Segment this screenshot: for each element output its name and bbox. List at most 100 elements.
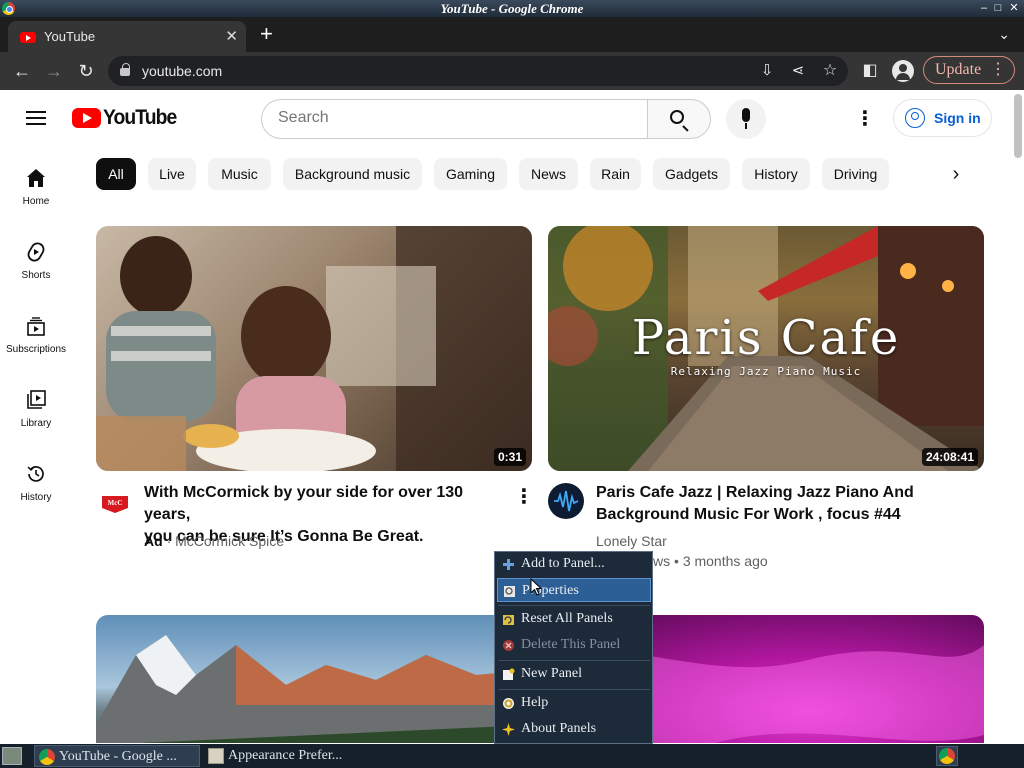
tab-youtube[interactable]: YouTube ✕ [8,21,246,52]
guide-item-library[interactable]: Library [0,390,72,454]
chip-all[interactable]: All [96,158,136,190]
guide-item-history[interactable]: History [0,464,72,528]
menu-separator [498,689,650,690]
thumbnail-title-text: Paris Cafe [631,310,901,366]
chip-fade [900,154,940,194]
guide-history-label: History [20,492,52,503]
meta-dot: • [674,553,683,569]
menu-item-add-to-panel[interactable]: Add to Panel... [497,552,651,576]
sign-in-button[interactable]: Sign in [893,99,992,137]
new-tab-button[interactable]: + [260,22,273,46]
side-panel-icon[interactable]: ◧ [858,59,882,83]
guide-item-subscriptions[interactable]: Subscriptions [0,316,72,380]
url-text[interactable]: youtube.com [142,63,222,79]
menu-item-label: New Panel [521,666,583,681]
tab-search-chevron-icon[interactable]: ⌄ [998,26,1010,43]
youtube-favicon-icon [20,32,36,43]
menu-item-label: Help [521,695,549,710]
window-title: YouTube - Google Chrome [440,1,584,16]
search-icon [670,110,684,124]
appearance-preferences-icon [208,748,224,764]
taskbar-task-appearance[interactable]: Appearance Prefer... [204,745,374,767]
taskbar: YouTube - Google ... Appearance Prefer..… [0,744,1024,768]
lock-icon[interactable] [120,63,130,76]
guide-shorts-label: Shorts [21,270,51,281]
menu-item-help[interactable]: Help [497,691,651,715]
chip-driving[interactable]: Driving [822,158,889,190]
video-thumbnail[interactable]: 0:31 [96,226,532,471]
home-icon [27,169,45,187]
thumbnail-subtitle-text: Relaxing Jazz Piano Music [670,365,862,378]
channel-avatar[interactable] [548,483,584,519]
guide-item-shorts[interactable]: Shorts [0,242,72,306]
svg-text:McC: McC [108,499,123,507]
close-tab-icon[interactable]: ✕ [225,27,238,45]
settings-more-icon[interactable]: ⋮ [855,107,875,131]
library-icon [27,390,46,409]
chip-news[interactable]: News [519,158,578,190]
search-button[interactable] [647,99,711,139]
show-desktop-icon[interactable] [2,747,22,765]
guide-menu-icon[interactable] [26,110,46,126]
address-bar[interactable]: youtube.com ⇩ ⋖ ☆ [108,56,848,86]
forward-arrow-icon[interactable]: → [42,59,66,83]
ad-badge: Ad [144,533,163,549]
waveform-icon [554,490,579,512]
share-icon[interactable]: ⋖ [786,59,810,83]
mccormick-logo-icon: McC [102,496,128,513]
chip-music[interactable]: Music [208,158,271,190]
video-title[interactable]: Paris Cafe Jazz | Relaxing Jazz Piano An… [596,482,976,526]
window-title-bar[interactable]: YouTube - Google Chrome – □ ✕ [0,0,1024,17]
ad-channel-name[interactable]: McCormick Spice [175,533,284,549]
chip-history[interactable]: History [742,158,810,190]
mccormick-avatar[interactable]: McC [100,490,130,513]
reload-icon[interactable]: ↻ [74,59,98,83]
account-icon [905,108,925,128]
history-icon [27,466,44,482]
menu-item-about-panels[interactable]: About Panels [497,717,651,741]
properties-icon [504,586,515,597]
page-scrollbar[interactable] [1014,94,1022,158]
bookmark-star-icon[interactable]: ☆ [818,59,842,83]
video-thumbnail[interactable] [96,615,532,743]
chip-gaming[interactable]: Gaming [434,158,507,190]
upload-age: 3 months ago [682,553,768,569]
menu-item-delete-this-panel[interactable]: Delete This Panel [497,633,651,657]
delete-icon [503,640,514,651]
back-arrow-icon[interactable]: ← [10,59,34,83]
search-input[interactable] [278,109,628,127]
video-more-icon[interactable]: ⋮ [514,484,534,509]
guide-item-home[interactable]: Home [0,168,72,232]
chips-next-chevron-icon[interactable]: › [940,158,972,190]
channel-name[interactable]: Lonely Star [596,533,667,549]
chip-background-music[interactable]: Background music [283,158,422,190]
add-icon [503,559,514,570]
profile-avatar-icon[interactable] [892,60,914,82]
menu-item-new-panel[interactable]: New Panel [497,662,651,686]
close-window-button[interactable]: ✕ [1006,0,1022,17]
menu-item-properties[interactable]: Properties [497,578,651,602]
search-box[interactable] [261,99,648,139]
maximize-button[interactable]: □ [990,0,1006,17]
video-thumbnail[interactable]: Paris Cafe Relaxing Jazz Piano Music 24:… [548,226,984,471]
video-title-line1: With McCormick by your side for over 130… [144,484,464,523]
tab-strip: YouTube ✕ + ⌄ [0,17,1024,52]
menu-item-label: About Panels [521,721,597,736]
help-icon [503,698,514,709]
install-app-icon[interactable]: ⇩ [755,59,779,83]
sign-in-label: Sign in [934,110,981,126]
new-panel-icon [503,668,515,680]
taskbar-task-youtube[interactable]: YouTube - Google ... [34,745,200,767]
menu-item-reset-all-panels[interactable]: Reset All Panels [497,607,651,631]
update-button[interactable]: Update ⋮ [923,56,1015,84]
meta-dot: · [166,533,176,549]
guide-subscriptions-label: Subscriptions [5,344,67,355]
chip-live[interactable]: Live [148,158,196,190]
chrome-menu-icon: ⋮ [990,61,1006,78]
tray-chrome-button[interactable] [936,746,958,766]
chip-gadgets[interactable]: Gadgets [653,158,730,190]
voice-search-mic-icon[interactable] [726,99,766,139]
panel-context-menu: Add to Panel... Properties Reset All Pan… [494,551,653,744]
chip-rain[interactable]: Rain [590,158,641,190]
thumbnail-image [96,226,532,471]
